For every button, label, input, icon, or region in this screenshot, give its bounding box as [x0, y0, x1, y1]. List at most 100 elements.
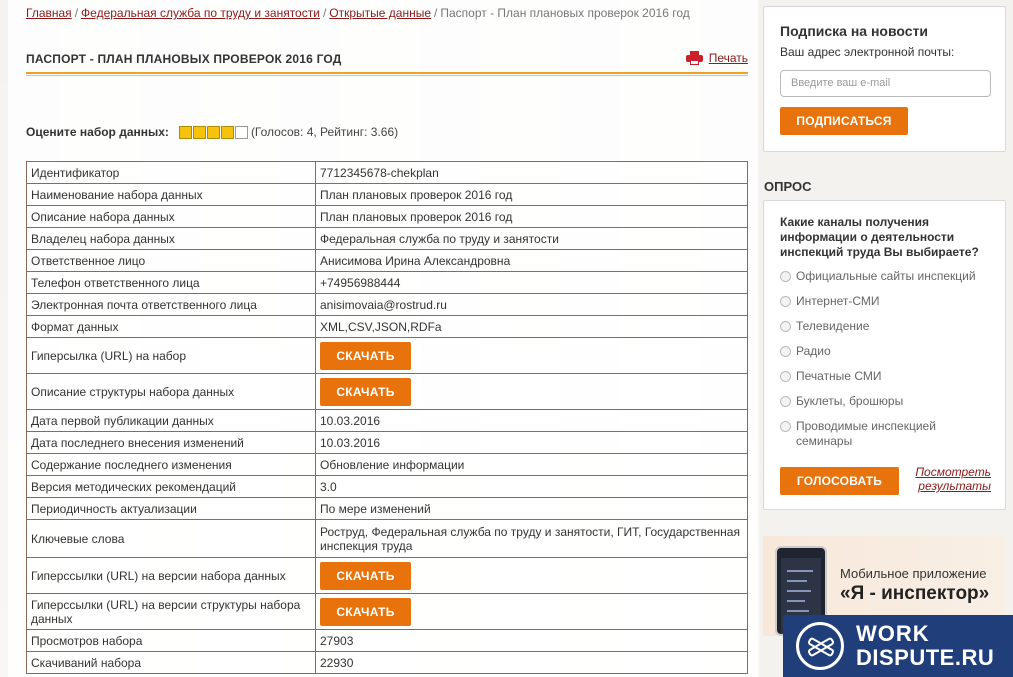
table-row: Дата последнего внесения изменений 10.03.…	[26, 431, 748, 454]
poll-option-label: Радио	[796, 344, 831, 358]
radio-button[interactable]	[780, 271, 791, 282]
main-content: Главная / Федеральная служба по труду и за…	[8, 0, 758, 677]
rating-star-1[interactable]	[178, 125, 192, 139]
table-row: Гиперссылки (URL) на версии структуры на…	[26, 593, 748, 630]
breadcrumb-separator: /	[434, 6, 438, 20]
breadcrumb-current: Паспорт - План плановых проверок 2016 го…	[440, 6, 690, 20]
breadcrumb-home[interactable]: Главная	[26, 6, 72, 20]
row-key: Ответственное лицо	[26, 249, 316, 272]
app-banner-line2: «Я - инспектор»	[840, 583, 990, 604]
poll-option[interactable]: Буклеты, брошюры	[780, 394, 989, 409]
row-value: 7712345678-chekplan	[315, 161, 748, 184]
table-row: Наименование набора данных План плановых …	[26, 183, 748, 206]
watermark-line2: DISPUTE.RU	[856, 645, 995, 670]
row-value: anisimovaia@rostrud.ru	[315, 293, 748, 316]
radio-button[interactable]	[780, 321, 791, 332]
row-value: Обновление информации	[315, 453, 748, 476]
poll-results-link[interactable]: Посмотреть результаты	[911, 465, 991, 493]
subscribe-button[interactable]: ПОДПИСАТЬСЯ	[780, 107, 908, 135]
title-divider	[26, 72, 748, 76]
row-value: Анисимова Ирина Александровна	[315, 249, 748, 272]
subscribe-panel: Подписка на новости Ваш адрес электронно…	[763, 6, 1006, 152]
table-row: Содержание последнего изменения Обновлени…	[26, 453, 748, 476]
radio-button[interactable]	[780, 371, 791, 382]
print-link[interactable]: Печать	[685, 51, 748, 65]
row-value: По мере изменений	[315, 497, 748, 520]
rating-star-5[interactable]	[234, 125, 248, 139]
breadcrumb-open-data[interactable]: Открытые данные	[329, 6, 431, 20]
row-value: 27903	[315, 629, 748, 652]
rating-label: Оцените набор данных:	[26, 125, 169, 139]
row-value: 3.0	[315, 475, 748, 498]
row-value: СКАЧАТЬ	[315, 593, 748, 630]
radio-button[interactable]	[780, 421, 791, 432]
poll-option[interactable]: Телевидение	[780, 319, 989, 334]
handshake-icon	[796, 622, 844, 670]
row-key: Гиперссылки (URL) на версии структуры на…	[26, 593, 316, 630]
row-key: Версия методических рекомендаций	[26, 475, 316, 498]
radio-button[interactable]	[780, 396, 791, 407]
row-key: Периодичность актуализации	[26, 497, 316, 520]
vote-button[interactable]: ГОЛОСОВАТЬ	[780, 467, 899, 495]
workdispute-watermark: WORK DISPUTE.RU	[783, 615, 1013, 677]
table-row: Формат данных XML,CSV,JSON,RDFa	[26, 315, 748, 338]
radio-button[interactable]	[780, 346, 791, 357]
row-key: Дата первой публикации данных	[26, 409, 316, 432]
table-row: Просмотров набора 27903	[26, 629, 748, 652]
poll-option[interactable]: Печатные СМИ	[780, 369, 989, 384]
table-row: Скачиваний набора 22930	[26, 651, 748, 674]
row-value: 10.03.2016	[315, 409, 748, 432]
table-row: Версия методических рекомендаций 3.0	[26, 475, 748, 498]
poll-option[interactable]: Официальные сайты инспекций	[780, 269, 989, 284]
row-key: Ключевые слова	[26, 519, 316, 558]
row-key: Телефон ответственного лица	[26, 271, 316, 294]
rating-star-3[interactable]	[206, 125, 220, 139]
row-value: СКАЧАТЬ	[315, 557, 748, 594]
download-button[interactable]: СКАЧАТЬ	[320, 561, 411, 590]
rating-meta: (Голосов: 4, Рейтинг: 3.66)	[250, 125, 399, 139]
poll-option[interactable]: Проводимые инспекцией семинары	[780, 419, 989, 449]
poll-actions: ГОЛОСОВАТЬ Посмотреть результаты	[780, 465, 991, 497]
email-field[interactable]: Введите ваш e-mail	[780, 70, 991, 97]
row-key: Наименование набора данных	[26, 183, 316, 206]
rating-star-2[interactable]	[192, 125, 206, 139]
row-value: 10.03.2016	[315, 431, 748, 454]
passport-table: Идентификатор 7712345678-chekplan Наименов…	[26, 161, 748, 674]
row-key: Электронная почта ответственного лица	[26, 293, 316, 316]
poll-options: Официальные сайты инспекций Интернет-СМИ Т…	[780, 269, 989, 449]
print-label: Печать	[708, 51, 748, 65]
table-row: Описание набора данных План плановых пров…	[26, 205, 748, 228]
row-key: Просмотров набора	[26, 629, 316, 652]
poll-option[interactable]: Интернет-СМИ	[780, 294, 989, 309]
rating-widget: Оцените набор данных: (Голосов: 4, Рейти…	[26, 125, 398, 139]
poll-option-label: Проводимые инспекцией семинары	[796, 419, 936, 448]
poll-option[interactable]: Радио	[780, 344, 989, 359]
row-value: СКАЧАТЬ	[315, 373, 748, 410]
row-key: Гиперсылка (URL) на набор	[26, 337, 316, 374]
poll-option-label: Официальные сайты инспекций	[796, 269, 976, 283]
breadcrumb-separator: /	[74, 6, 79, 20]
row-key: Идентификатор	[26, 161, 316, 184]
table-row: Идентификатор 7712345678-chekplan	[26, 161, 748, 184]
row-key: Описание набора данных	[26, 205, 316, 228]
row-key: Содержание последнего изменения	[26, 453, 316, 476]
row-value: XML,CSV,JSON,RDFa	[315, 315, 748, 338]
breadcrumb-rostrud[interactable]: Федеральная служба по труду и занятости	[81, 6, 320, 20]
row-key: Скачиваний набора	[26, 651, 316, 674]
subscribe-title: Подписка на новости	[780, 23, 929, 39]
poll-option-label: Буклеты, брошюры	[796, 394, 904, 408]
poll-panel: Какие каналы получения информации о деят…	[763, 200, 1006, 510]
poll-question: Какие каналы получения информации о деят…	[780, 215, 979, 259]
row-key: Владелец набора данных	[26, 227, 316, 250]
subscribe-label: Ваш адрес электронной почты:	[780, 45, 955, 59]
download-button[interactable]: СКАЧАТЬ	[320, 597, 411, 626]
radio-button[interactable]	[780, 296, 791, 307]
row-value: План плановых проверок 2016 год	[315, 205, 748, 228]
poll-option-label: Печатные СМИ	[796, 369, 882, 383]
table-row: Гиперсылка (URL) на набор СКАЧАТЬ	[26, 337, 748, 374]
rating-star-4[interactable]	[220, 125, 234, 139]
table-row: Владелец набора данных Федеральная служба…	[26, 227, 748, 250]
table-row: Электронная почта ответственного лица ani…	[26, 293, 748, 316]
download-button[interactable]: СКАЧАТЬ	[320, 341, 411, 370]
download-button[interactable]: СКАЧАТЬ	[320, 377, 411, 406]
